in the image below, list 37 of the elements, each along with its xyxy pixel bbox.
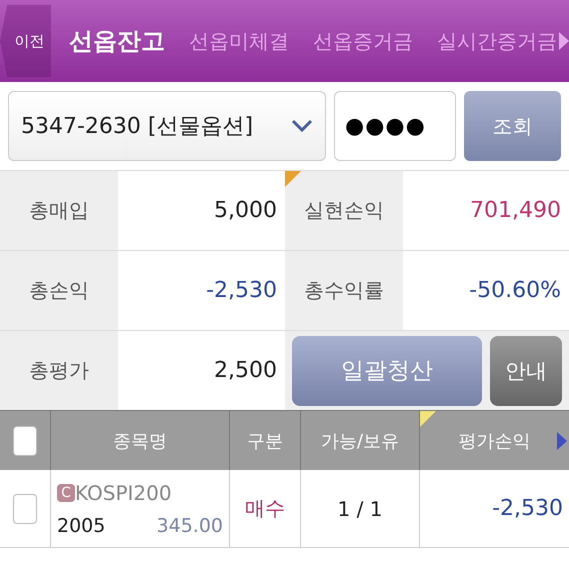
column-header: 가능/보유 — [320, 430, 400, 452]
summary-value: 2,500 — [213, 357, 278, 385]
instrument-code: 2005 — [57, 514, 106, 536]
quantity-cell: 1 / 1 — [338, 496, 382, 520]
chevron-down-icon — [291, 119, 313, 133]
summary-label: 총평가 — [0, 331, 118, 410]
summary-label: 총손익 — [0, 251, 118, 330]
summary-value: 5,000 — [213, 197, 278, 225]
column-header: 종목명 — [113, 430, 167, 452]
pnl-cell: -2,530 — [492, 496, 563, 521]
account-select[interactable]: 5347-2630 [선물옵션] — [8, 91, 326, 161]
summary-value: -2,530 — [205, 277, 278, 305]
trade-side: 매수 — [245, 495, 285, 522]
settle-all-button[interactable]: 일괄청산 — [292, 336, 482, 406]
row-checkbox[interactable] — [13, 494, 37, 524]
category-badge: C — [57, 484, 75, 502]
tab[interactable]: 선옵미체결 — [189, 28, 289, 54]
instrument-name: KOSPI200 — [75, 480, 172, 504]
summary-value: 701,490 — [469, 197, 562, 225]
column-header: 평가손익 — [458, 430, 530, 452]
corner-mark-icon — [420, 411, 436, 427]
scroll-right-icon[interactable] — [559, 32, 569, 50]
search-button[interactable]: 조회 — [464, 91, 561, 161]
instrument-price: 345.00 — [156, 514, 223, 536]
summary-value: -50.60% — [468, 277, 562, 305]
column-header: 구분 — [247, 430, 283, 452]
tab[interactable]: 선옵증거금 — [313, 28, 413, 54]
scroll-right-icon[interactable] — [557, 432, 567, 450]
tab[interactable]: 실시간증거금 — [437, 28, 557, 54]
select-all-checkbox[interactable] — [13, 426, 37, 456]
tab[interactable]: 선옵잔고 — [69, 25, 165, 57]
summary-label: 총매입 — [0, 171, 118, 250]
summary-label: 총수익률 — [285, 251, 403, 330]
corner-mark-icon — [285, 171, 301, 187]
password-field[interactable]: ●●●● — [334, 91, 456, 161]
guide-button[interactable]: 안내 — [490, 336, 562, 406]
summary-label: 실현손익 — [285, 171, 403, 250]
